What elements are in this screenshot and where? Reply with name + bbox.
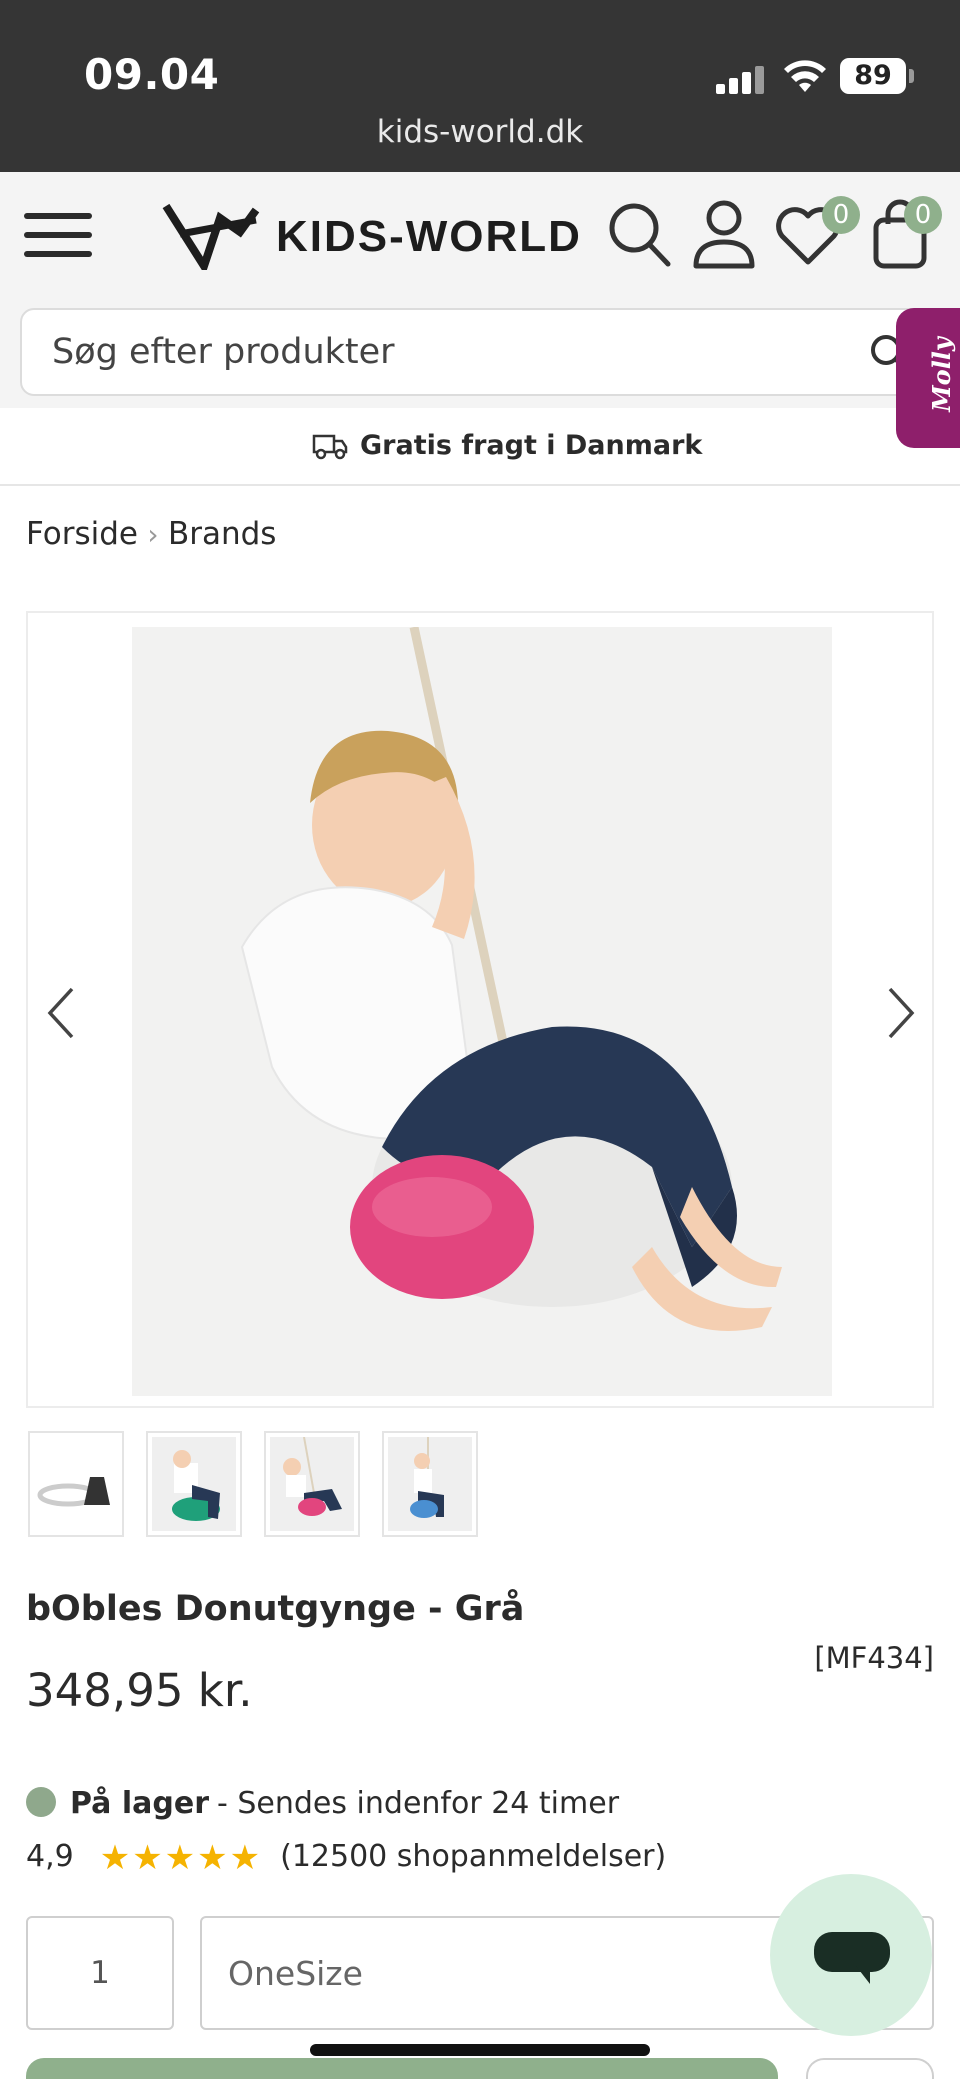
thumbnail-blue-swing[interactable] [382,1431,478,1537]
chat-button[interactable] [770,1874,932,2036]
thumbnail-pink-swing[interactable] [264,1431,360,1537]
account-icon[interactable] [688,196,760,272]
chevron-right-icon[interactable] [880,983,920,1043]
stock-status: På lager - Sendes indenfor 24 timer [26,1786,619,1821]
pink-swing-thumbnail-image [283,1437,342,1516]
cellular-signal-icon [716,66,768,94]
stock-label: På lager [70,1786,210,1821]
thumbnail-green-swing[interactable] [146,1431,242,1537]
review-count[interactable]: (12500 shopanmeldelser) [280,1839,666,1874]
kids-world-logo-icon[interactable] [160,198,260,270]
stock-detail: - Sendes indenfor 24 timer [217,1786,620,1821]
breadcrumb: Forside › Brands [26,516,276,552]
product-title: bObles Donutgynge - Grå [26,1589,525,1629]
site-header: KIDS-WORLD 0 0 [0,172,960,300]
add-to-cart-button[interactable] [26,2058,778,2079]
rope-thumbnail-image [37,1477,110,1507]
quantity-input[interactable]: 1 [26,1916,174,2030]
add-to-wishlist-button[interactable] [806,2058,934,2079]
product-image[interactable] [132,627,832,1396]
status-bar: 09.04 89 kids-world.dk [0,0,960,172]
product-sku: [MF434] [814,1641,934,1675]
molly-label: Molly [926,337,956,412]
search-input[interactable]: Søg efter produkter [20,308,940,396]
boy-on-swing-illustration [132,627,832,1396]
address-bar-url[interactable]: kids-world.dk [0,114,960,150]
thumbnail-rope-accessory[interactable] [28,1431,124,1537]
home-indicator[interactable] [310,2044,650,2056]
chat-bubble-icon [814,1932,890,1972]
search-placeholder: Søg efter produkter [52,332,395,372]
chevron-left-icon[interactable] [42,983,82,1043]
shipping-text: Gratis fragt i Danmark [360,430,703,461]
cart-count-badge: 0 [904,196,942,234]
menu-icon[interactable] [24,205,94,265]
clock: 09.04 [84,50,220,99]
product-gallery [26,611,934,1408]
breadcrumb-separator-icon: › [147,518,159,551]
shipping-banner: Gratis fragt i Danmark [0,408,960,486]
green-swing-thumbnail-image [172,1450,220,1521]
breadcrumb-brands[interactable]: Brands [168,516,277,552]
search-section: Søg efter produkter [0,300,960,408]
chat-bubble-tail-icon [856,1966,870,1984]
search-icon[interactable] [604,196,676,272]
size-select-value: OneSize [228,1954,363,1993]
shop-rating[interactable]: 4,9 ★★★★★ (12500 shopanmeldelser) [26,1838,666,1878]
product-price: 348,95 kr. [26,1664,253,1717]
wishlist-count-badge: 0 [822,196,860,234]
battery-icon: 89 [840,58,914,94]
wifi-icon [784,60,826,92]
truck-icon [312,434,348,460]
blue-swing-thumbnail-image [410,1437,444,1518]
in-stock-dot-icon [26,1787,56,1817]
logo-text[interactable]: KIDS-WORLD [276,212,582,262]
breadcrumb-home[interactable]: Forside [26,516,138,552]
rating-value: 4,9 [26,1839,74,1874]
star-rating-icon: ★★★★★ [99,1838,263,1878]
